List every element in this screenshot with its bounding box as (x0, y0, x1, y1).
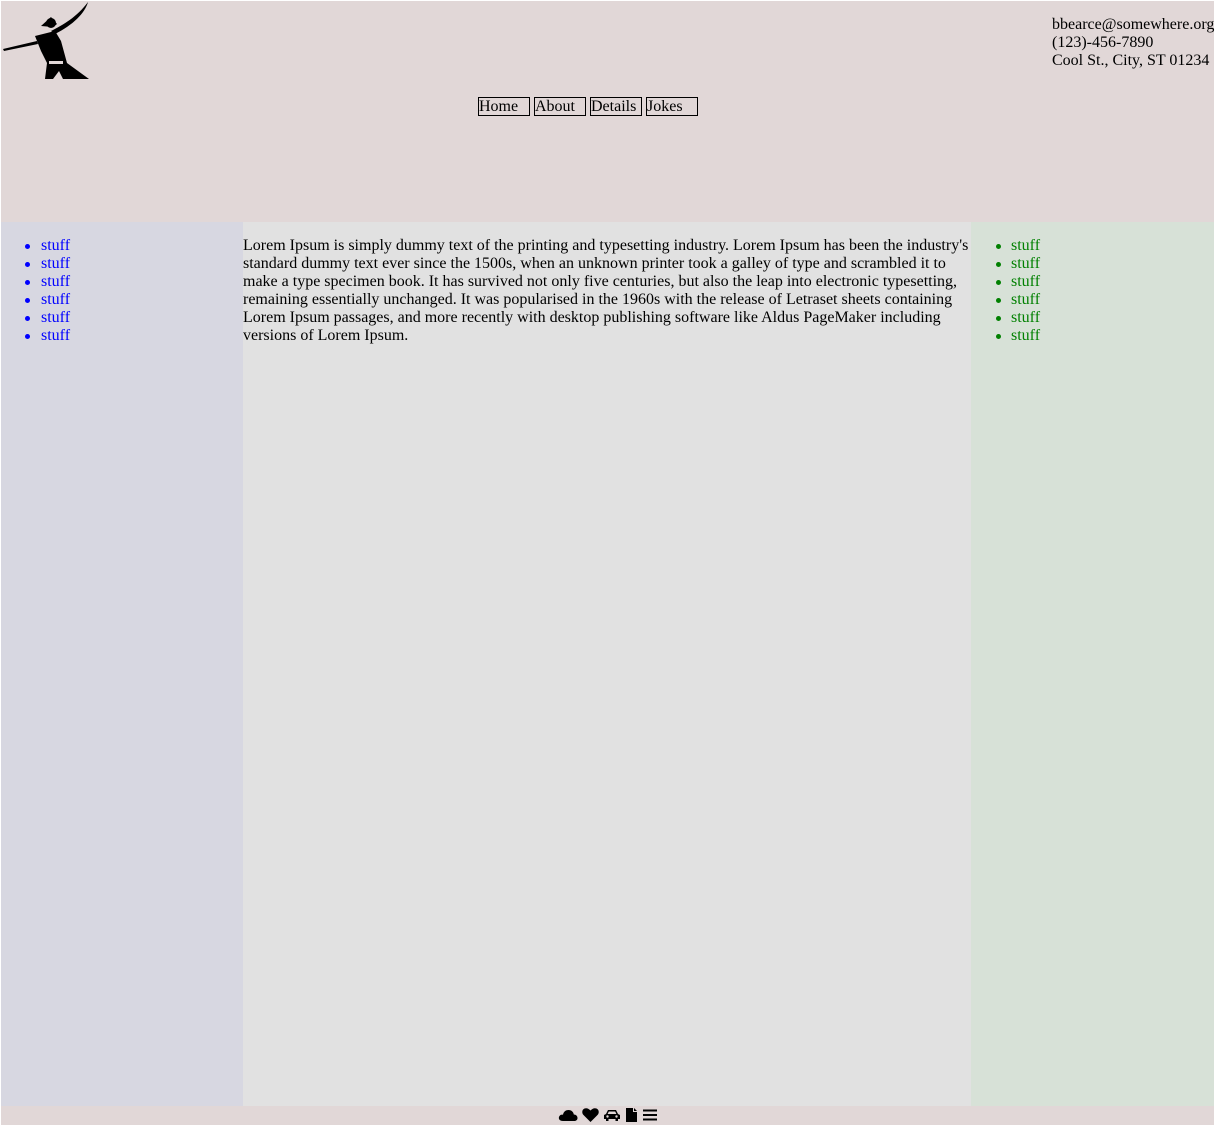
right-list-item[interactable]: stuff (971, 237, 1040, 255)
page: bbearce@somewhere.org (123)-456-7890 Coo… (1, 1, 1214, 1125)
samurai-logo-icon[interactable] (1, 1, 93, 85)
left-list-item[interactable]: stuff (1, 291, 70, 309)
nav-home[interactable]: Home (478, 97, 530, 116)
right-list-item[interactable]: stuff (971, 309, 1040, 327)
right-list-item[interactable]: stuff (971, 255, 1040, 273)
contact-address: Cool St., City, ST 01234 (1052, 52, 1210, 69)
left-list-item[interactable]: stuff (1, 273, 70, 291)
contact-phone: (123)-456-7890 (1052, 34, 1154, 51)
right-sidebar-list: stuff stuff stuff stuff stuff stuff (971, 237, 1040, 345)
left-sidebar-list: stuff stuff stuff stuff stuff stuff (1, 237, 70, 345)
main-content: Lorem Ipsum is simply dummy text of the … (243, 222, 971, 1106)
footer (1, 1106, 1214, 1125)
left-list-item[interactable]: stuff (1, 255, 70, 273)
nav-about[interactable]: About (534, 97, 586, 116)
left-list-item[interactable]: stuff (1, 237, 70, 255)
lorem-paragraph: Lorem Ipsum is simply dummy text of the … (243, 237, 969, 344)
right-list-item[interactable]: stuff (971, 327, 1040, 345)
left-sidebar: stuff stuff stuff stuff stuff stuff (1, 222, 243, 1106)
left-list-item[interactable]: stuff (1, 327, 70, 345)
right-list-item[interactable]: stuff (971, 291, 1040, 309)
left-list-item[interactable]: stuff (1, 309, 70, 327)
right-list-item[interactable]: stuff (971, 273, 1040, 291)
header: bbearce@somewhere.org (123)-456-7890 Coo… (1, 1, 1214, 222)
contact-info: bbearce@somewhere.org (123)-456-7890 Coo… (1052, 16, 1214, 70)
nav-details[interactable]: Details (590, 97, 642, 116)
contact-email[interactable]: bbearce@somewhere.org (1052, 16, 1214, 34)
main-nav: Home About Details Jokes (478, 97, 698, 116)
right-sidebar: stuff stuff stuff stuff stuff stuff (971, 222, 1214, 1106)
nav-jokes[interactable]: Jokes (646, 97, 698, 116)
